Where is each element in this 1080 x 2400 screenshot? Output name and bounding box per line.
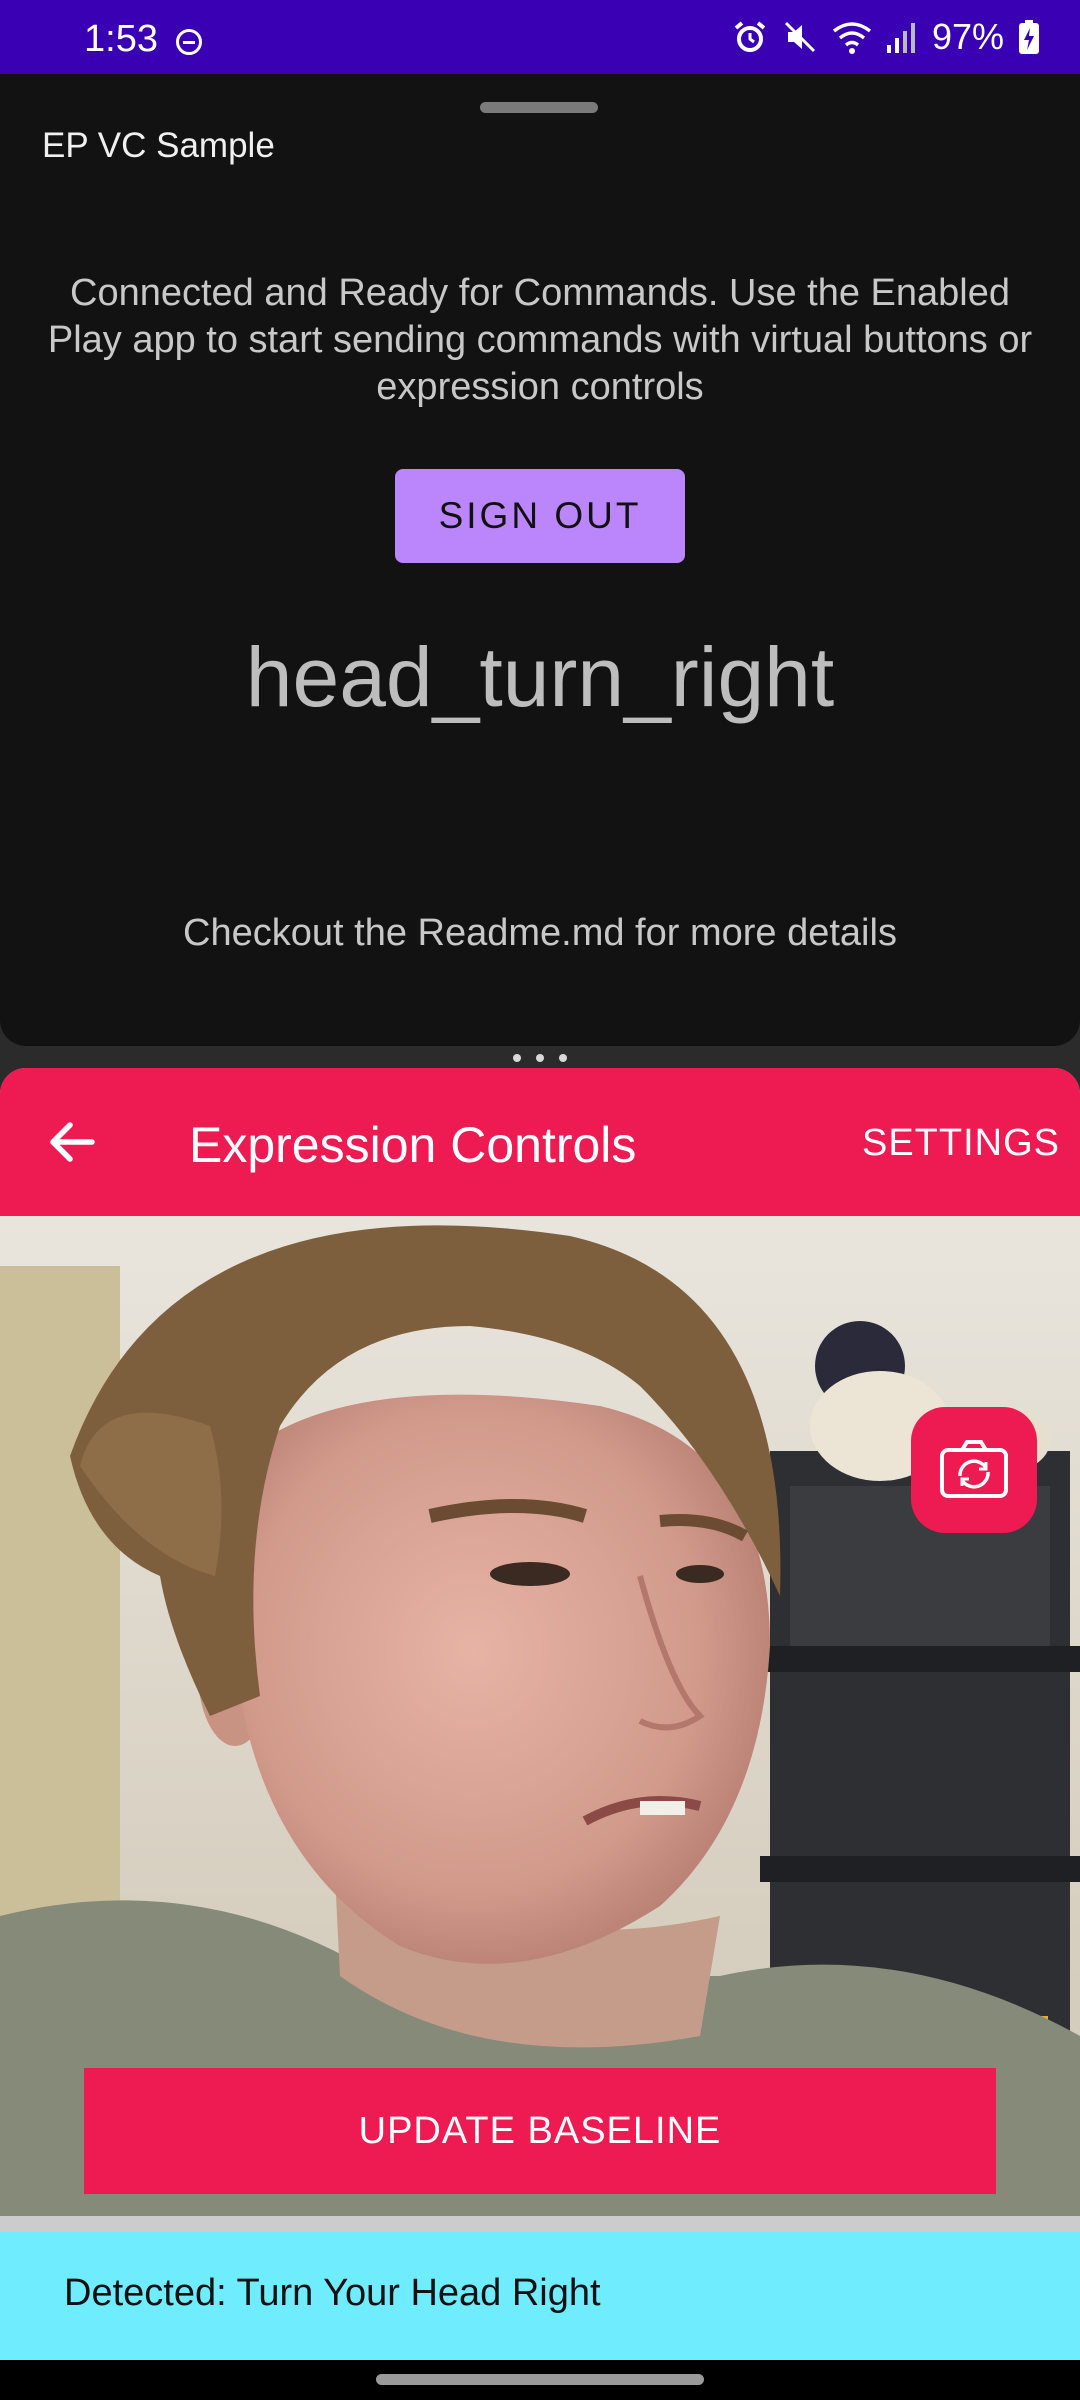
detected-expression-bar: Detected: Turn Your Head Right <box>0 2232 1080 2360</box>
divider-dot <box>513 1054 521 1062</box>
battery-percentage: 97% <box>931 16 1004 57</box>
divider-dot <box>536 1054 544 1062</box>
update-baseline-button[interactable]: UPDATE BASELINE <box>84 2068 996 2194</box>
status-bar: 1:53 97% <box>0 0 1080 74</box>
camera-feed-image <box>0 1216 1080 2216</box>
camera-switch-icon <box>940 1440 1008 1498</box>
home-gesture-handle[interactable] <box>376 2374 704 2385</box>
arrow-back-icon[interactable] <box>42 1112 102 1172</box>
detected-expression-text: Detected: Turn Your Head Right <box>64 2272 601 2314</box>
window-drag-handle[interactable] <box>480 102 598 113</box>
alarm-icon <box>734 21 766 52</box>
settings-button[interactable]: SETTINGS <box>862 1122 1060 1165</box>
top-app-window: EP VC Sample Connected and Ready for Com… <box>0 74 1080 1046</box>
expression-controls-toolbar: Expression Controls SETTINGS <box>0 1068 1080 1216</box>
status-icons: 97% <box>732 14 1040 60</box>
mute-icon <box>784 21 815 53</box>
toolbar-title: Expression Controls <box>189 1117 637 1173</box>
camera-switch-button[interactable] <box>911 1407 1037 1533</box>
signal-icon <box>886 23 915 53</box>
camera-preview <box>0 1216 1080 2216</box>
readme-note: Checkout the Readme.md for more details <box>183 912 897 954</box>
app-title: EP VC Sample <box>42 126 275 165</box>
sign-out-button[interactable]: SIGN OUT <box>395 469 685 563</box>
detected-gesture-label: head_turn_right <box>245 630 835 724</box>
navigation-bar <box>0 2360 1080 2400</box>
battery-charging-icon <box>1019 20 1039 54</box>
status-time: 1:53 <box>84 18 158 60</box>
do-not-disturb-icon <box>176 29 202 55</box>
wifi-icon <box>832 22 872 54</box>
divider-dot <box>559 1054 567 1062</box>
bottom-app-window: Expression Controls SETTINGS UPDATE BASE… <box>0 1068 1080 2360</box>
connection-status-message: Connected and Ready for Commands. Use th… <box>47 272 1033 408</box>
